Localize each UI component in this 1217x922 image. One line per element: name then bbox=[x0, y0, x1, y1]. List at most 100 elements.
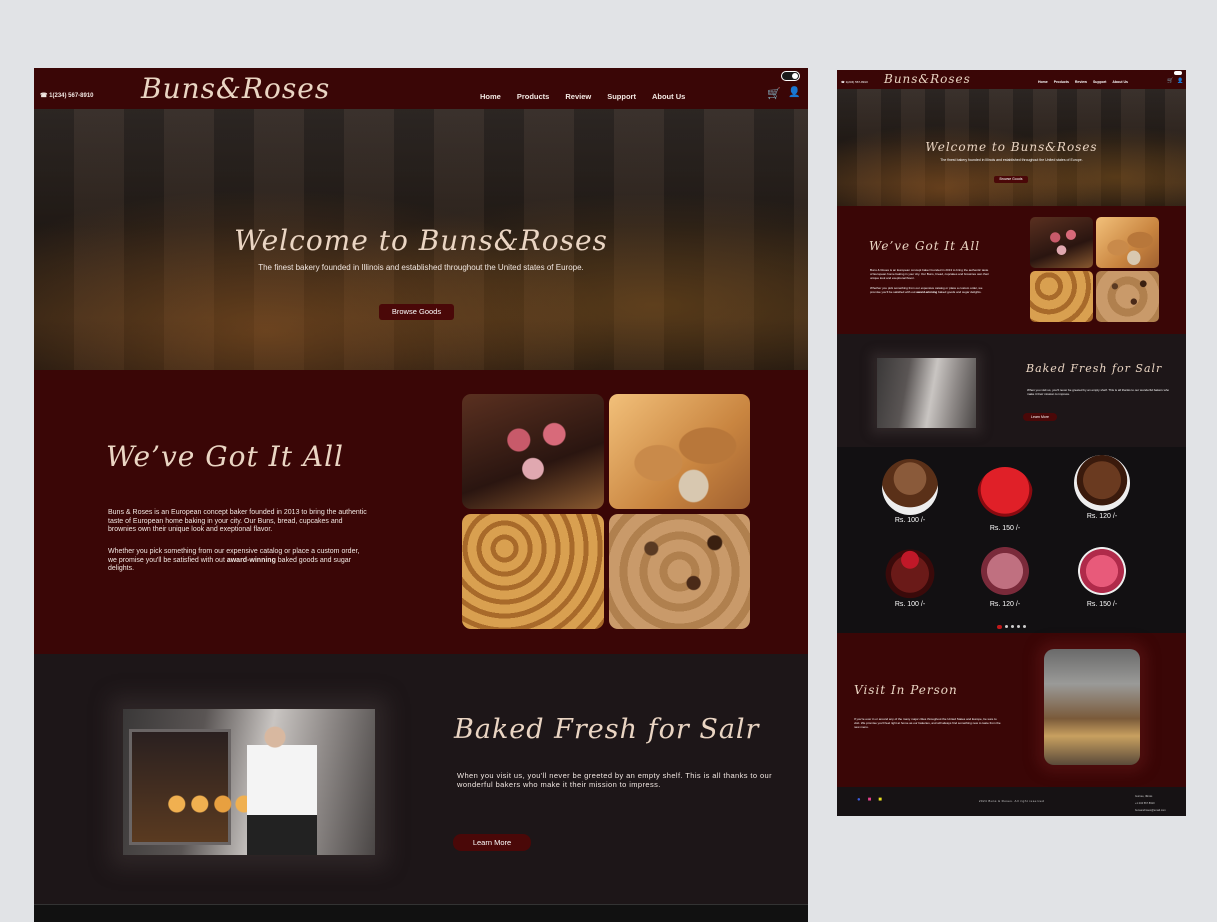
cake-image bbox=[1074, 455, 1130, 511]
desktop-artboard: ☎ 1(234) 567-8910 Buns&Roses Home Produc… bbox=[34, 68, 808, 922]
hero-section: Welcome to Buns&Roses The finest bakery … bbox=[34, 109, 808, 370]
nav-support[interactable]: Support bbox=[607, 92, 636, 101]
product-price: Rs. 120 /- bbox=[989, 601, 1021, 608]
contact-address: Gurnee, Illinois bbox=[1135, 795, 1153, 798]
product-card[interactable]: Rs. 120 /- bbox=[977, 543, 1033, 608]
about-p2-tail-small: baked goods and sugar delights. bbox=[937, 290, 982, 294]
product-price: Rs. 100 /- bbox=[894, 601, 926, 608]
cookies-image-small bbox=[1096, 271, 1159, 322]
carousel-dot[interactable] bbox=[997, 625, 1002, 629]
cake-image bbox=[977, 467, 1033, 523]
carousel-dot[interactable] bbox=[1005, 625, 1008, 628]
product-card[interactable]: Rs. 100 /- bbox=[882, 543, 938, 608]
about-paragraph-1: Buns & Roses is an European concept bake… bbox=[108, 509, 367, 533]
user-icon[interactable]: 👤 bbox=[788, 87, 800, 98]
baker-oven-image bbox=[123, 709, 375, 855]
nav-home-small[interactable]: Home bbox=[1038, 80, 1048, 84]
navbar: ☎ 1(234) 567-8910 Buns&Roses Home Produc… bbox=[34, 68, 808, 109]
logo[interactable]: Buns&Roses bbox=[141, 72, 330, 105]
products-section: Rs. 100 /- Rs. 150 /- Rs. 120 /- Rs. 100… bbox=[837, 447, 1186, 633]
baker bbox=[247, 721, 317, 855]
cookies-image bbox=[609, 514, 750, 629]
visit-title: Visit In Person bbox=[854, 683, 958, 697]
about-paragraph-2: Whether you pick something from our expe… bbox=[108, 548, 368, 574]
pastries-image bbox=[462, 514, 604, 629]
nav-menu-small: Home Products Review Support About Us bbox=[1038, 80, 1128, 84]
about-section-small: We’ve Got It All Buns & Roses is an Euro… bbox=[837, 206, 1186, 334]
product-card[interactable]: Rs. 150 /- bbox=[1074, 543, 1130, 608]
contact-phone: +1 234 567 8910 bbox=[1135, 802, 1155, 805]
browse-goods-button-small[interactable]: Browse Goods bbox=[994, 176, 1028, 183]
preview-artboard: ☎ 1(234) 567-8910 Buns&Roses Home Produc… bbox=[837, 70, 1186, 816]
contact-info: Gurnee, Illinois +1 234 567 8910 bunsand… bbox=[1135, 793, 1166, 814]
visit-section: Visit In Person If you're ever in or aro… bbox=[837, 633, 1186, 787]
shop-interior-image bbox=[1044, 649, 1140, 765]
about-section: We’ve Got It All Buns & Roses is an Euro… bbox=[34, 370, 808, 654]
hero-subtitle-small: The finest bakery founded in Illinois an… bbox=[940, 158, 1083, 162]
cupcakes-image bbox=[462, 394, 604, 509]
learn-more-button[interactable]: Learn More bbox=[453, 834, 531, 851]
nav-products[interactable]: Products bbox=[517, 92, 550, 101]
bread-image-small bbox=[1096, 217, 1159, 268]
bread-image bbox=[609, 394, 750, 509]
product-price: Rs. 150 /- bbox=[1086, 601, 1118, 608]
nav-menu: Home Products Review Support About Us bbox=[480, 92, 685, 101]
fresh-text: When you visit us, you'll never be greet… bbox=[457, 771, 772, 789]
footer: ● ■ ■ 2024 Buns & Roses. All right reser… bbox=[837, 787, 1186, 816]
nav-support-small[interactable]: Support bbox=[1093, 80, 1106, 84]
buns-tray bbox=[163, 793, 255, 815]
phone-number-small: ☎ 1(234) 567-8910 bbox=[841, 80, 868, 84]
oven bbox=[129, 729, 231, 845]
about-title-small: We’ve Got It All bbox=[869, 239, 981, 253]
cake-image bbox=[882, 543, 938, 599]
hero-title-small: Welcome to Buns&Roses bbox=[925, 140, 1098, 154]
user-icon-small[interactable]: 👤 bbox=[1177, 78, 1183, 84]
fresh-text-small: When you visit us, you'll never be greet… bbox=[1027, 388, 1170, 396]
navbar-small: ☎ 1(234) 567-8910 Buns&Roses Home Produc… bbox=[837, 70, 1186, 89]
learn-more-button-small[interactable]: Learn More bbox=[1023, 413, 1057, 421]
cart-icon[interactable]: 🛒 bbox=[767, 87, 781, 100]
cake-image bbox=[977, 543, 1033, 599]
hero-subtitle: The finest bakery founded in Illinois an… bbox=[258, 263, 584, 272]
hero-section-small: Welcome to Buns&Roses The finest bakery … bbox=[837, 89, 1186, 206]
product-price: Rs. 150 /- bbox=[989, 525, 1021, 532]
browse-goods-button[interactable]: Browse Goods bbox=[379, 304, 454, 320]
carousel-dot[interactable] bbox=[1011, 625, 1014, 628]
about-title: We’ve Got It All bbox=[106, 440, 344, 473]
fresh-title: Baked Fresh for Salr bbox=[454, 714, 760, 745]
theme-toggle-small[interactable] bbox=[1174, 71, 1182, 75]
nav-review[interactable]: Review bbox=[565, 92, 591, 101]
cart-icon-small[interactable]: 🛒 bbox=[1167, 78, 1173, 84]
copyright: 2024 Buns & Roses. All right reserved bbox=[978, 799, 1045, 803]
carousel-dot[interactable] bbox=[1023, 625, 1026, 628]
nav-review-small[interactable]: Review bbox=[1075, 80, 1087, 84]
hero-title: Welcome to Buns&Roses bbox=[234, 224, 608, 257]
nav-home[interactable]: Home bbox=[480, 92, 501, 101]
fresh-title-small: Baked Fresh for Salr bbox=[1026, 362, 1163, 375]
about-paragraph-2-small: Whether you pick something from our expe… bbox=[870, 286, 990, 294]
product-price: Rs. 100 /- bbox=[894, 517, 926, 524]
product-price: Rs. 120 /- bbox=[1086, 513, 1118, 520]
product-card[interactable]: Rs. 150 /- bbox=[977, 467, 1033, 532]
logo-small[interactable]: Buns&Roses bbox=[884, 72, 971, 86]
carousel-dot[interactable] bbox=[1017, 625, 1020, 628]
about-p2-bold-small: award-winning bbox=[916, 290, 938, 294]
pastries-image-small bbox=[1030, 271, 1093, 322]
cake-image bbox=[1074, 543, 1130, 599]
visit-text: If you're ever in or around any of the m… bbox=[854, 717, 1001, 729]
nav-products-small[interactable]: Products bbox=[1054, 80, 1069, 84]
cake-image bbox=[882, 459, 938, 515]
cupcakes-image-small bbox=[1030, 217, 1093, 268]
about-p2-bold: award-winning bbox=[226, 556, 276, 564]
nav-about-small[interactable]: About Us bbox=[1112, 80, 1128, 84]
nav-about[interactable]: About Us bbox=[652, 92, 685, 101]
next-section-edge bbox=[34, 904, 808, 922]
product-card[interactable]: Rs. 120 /- bbox=[1074, 455, 1130, 520]
contact-email[interactable]: bunsandroses@email.com bbox=[1135, 807, 1166, 814]
about-paragraph-1-small: Buns & Roses is an European concept bake… bbox=[870, 268, 990, 280]
baker-oven-image-small bbox=[877, 358, 976, 428]
theme-toggle[interactable] bbox=[781, 71, 800, 81]
carousel-dots bbox=[997, 625, 1026, 629]
product-card[interactable]: Rs. 100 /- bbox=[882, 459, 938, 524]
phone-number: ☎ 1(234) 567-8910 bbox=[40, 93, 94, 99]
